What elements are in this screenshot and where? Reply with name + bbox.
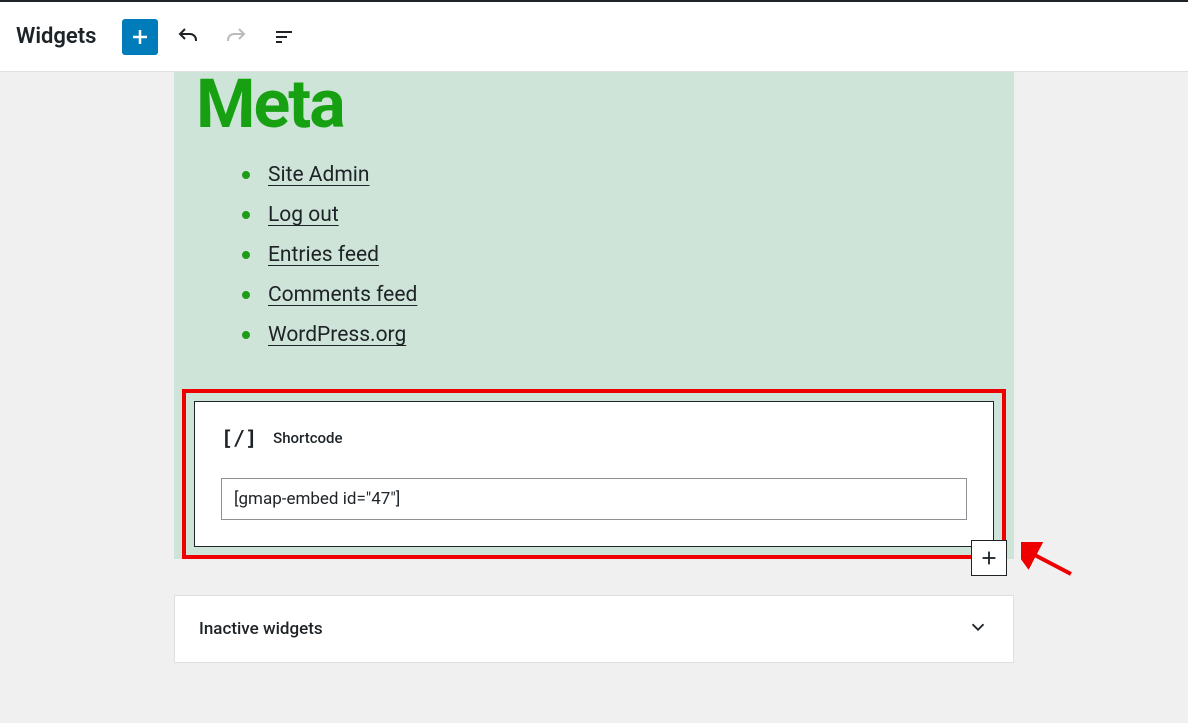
shortcode-block-header: [/] Shortcode xyxy=(221,426,967,450)
widget-area: Meta Site Admin Log out Entries feed Com… xyxy=(174,72,1014,559)
page-title: Widgets xyxy=(16,24,96,49)
meta-link-comments-feed[interactable]: Comments feed xyxy=(268,283,417,307)
editor-toolbar: Widgets xyxy=(0,2,1188,72)
meta-link-entries-feed[interactable]: Entries feed xyxy=(268,243,379,267)
chevron-down-icon xyxy=(967,616,989,642)
shortcode-block-label: Shortcode xyxy=(273,429,342,447)
inactive-widgets-panel[interactable]: Inactive widgets xyxy=(174,595,1014,663)
plus-icon xyxy=(128,25,152,49)
list-item: Comments feed xyxy=(242,283,1014,307)
meta-widget-heading[interactable]: Meta xyxy=(174,72,1014,135)
list-view-button[interactable] xyxy=(266,19,302,55)
list-item: Log out xyxy=(242,203,1014,227)
meta-link-site-admin[interactable]: Site Admin xyxy=(268,163,369,187)
editor-content-area: Meta Site Admin Log out Entries feed Com… xyxy=(0,72,1188,723)
shortcode-input[interactable] xyxy=(221,478,967,520)
arrow-icon xyxy=(1021,542,1076,582)
list-item: Site Admin xyxy=(242,163,1014,187)
redo-icon xyxy=(224,25,248,49)
annotation-arrow xyxy=(1021,542,1076,586)
add-block-inline-button[interactable] xyxy=(971,540,1007,576)
undo-icon xyxy=(176,25,200,49)
meta-link-log-out[interactable]: Log out xyxy=(268,203,339,227)
shortcode-block[interactable]: [/] Shortcode xyxy=(194,401,994,547)
list-item: Entries feed xyxy=(242,243,1014,267)
meta-links-list: Site Admin Log out Entries feed Comments… xyxy=(174,135,1014,373)
plus-icon xyxy=(978,547,1000,569)
inactive-widgets-label: Inactive widgets xyxy=(199,619,323,639)
undo-button[interactable] xyxy=(170,19,206,55)
shortcode-icon: [/] xyxy=(221,426,257,450)
meta-link-wordpress-org[interactable]: WordPress.org xyxy=(268,323,406,347)
list-view-icon xyxy=(272,25,296,49)
shortcode-highlight-box: [/] Shortcode xyxy=(182,389,1006,559)
add-block-button[interactable] xyxy=(122,19,158,55)
list-item: WordPress.org xyxy=(242,323,1014,347)
redo-button xyxy=(218,19,254,55)
